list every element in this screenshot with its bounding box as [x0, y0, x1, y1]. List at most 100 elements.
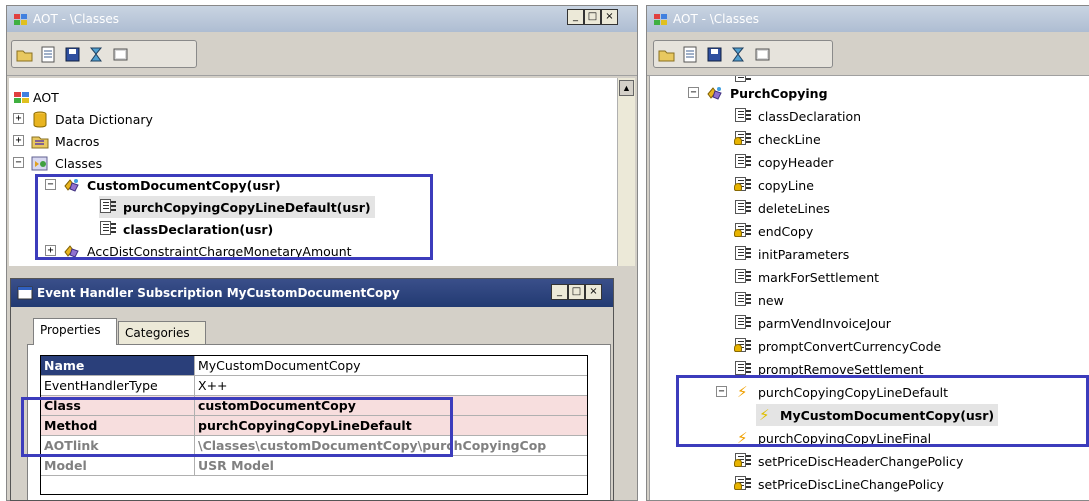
- left-window-title: AOT - \Classes: [33, 12, 119, 26]
- tree-node-end-copy[interactable]: endCopy: [734, 220, 813, 242]
- compile-icon[interactable]: [730, 46, 747, 63]
- minimize-button[interactable]: _: [551, 284, 568, 300]
- tree-node-new[interactable]: new: [734, 289, 784, 311]
- scroll-up-icon[interactable]: ▲: [619, 80, 634, 96]
- key-method-icon: [734, 452, 752, 470]
- aot-icon: [14, 14, 27, 25]
- tree-label: setPriceDiscLineChangePolicy: [758, 476, 944, 492]
- minimize-button[interactable]: _: [567, 9, 584, 25]
- open-folder-icon[interactable]: [16, 46, 33, 63]
- maximize-button[interactable]: □: [568, 284, 585, 300]
- method-icon: [734, 268, 752, 286]
- method-icon: [734, 153, 752, 171]
- key-method-icon: [734, 130, 752, 148]
- database-icon: [33, 111, 47, 128]
- left-tree-scrollbar[interactable]: ▲: [617, 78, 635, 266]
- tree-node-copy-header[interactable]: copyHeader: [734, 151, 833, 173]
- key-method-icon: [734, 475, 752, 493]
- tab-label: Properties: [40, 323, 101, 337]
- import-icon[interactable]: [754, 46, 771, 63]
- right-toolbar: [647, 32, 1089, 76]
- tree-node-aot[interactable]: AOT: [13, 86, 59, 108]
- tree-label: new: [758, 292, 784, 308]
- compile-icon[interactable]: [88, 46, 105, 63]
- property-value: USR Model: [198, 458, 274, 473]
- tree-label: endCopy: [758, 223, 814, 239]
- window-icon: [17, 286, 33, 300]
- key-method-icon: [734, 337, 752, 355]
- tree-label: Macros: [55, 133, 100, 149]
- tree-label: copyLine: [758, 177, 814, 193]
- toolbar-group: [11, 40, 197, 68]
- property-row-event-handler-type[interactable]: EventHandlerType X++: [41, 376, 587, 396]
- tree-node-prompt-convert-currency-code[interactable]: promptConvertCurrencyCode: [734, 335, 941, 357]
- tree-node-set-price-disc-line-change-policy[interactable]: setPriceDiscLineChangePolicy: [734, 473, 944, 495]
- tree-label: initParameters: [758, 246, 850, 262]
- tab-label: Categories: [125, 326, 190, 340]
- method-icon: [734, 107, 752, 125]
- collapse-icon[interactable]: −: [13, 157, 24, 168]
- tab-properties[interactable]: Properties: [33, 318, 117, 345]
- open-folder-icon[interactable]: [658, 46, 675, 63]
- tree-node-data-dictionary[interactable]: Data Dictionary: [31, 108, 153, 130]
- collapse-icon[interactable]: −: [688, 87, 699, 98]
- tree-node-mark-for-settlement[interactable]: markForSettlement: [734, 266, 879, 288]
- right-aot-tree: − PurchCopying classDeclaration checkLine…: [649, 76, 1089, 500]
- classes-icon: [31, 156, 48, 170]
- tree-label: parmVendInvoiceJour: [758, 315, 891, 331]
- event-handler-window: Event Handler Subscription MyCustomDocum…: [10, 278, 614, 501]
- right-title-bar[interactable]: AOT - \Classes: [647, 6, 1089, 32]
- highlight-box-class-method: [21, 397, 453, 457]
- property-name: EventHandlerType: [41, 376, 195, 395]
- event-window-title: Event Handler Subscription MyCustomDocum…: [37, 286, 400, 300]
- tree-node-set-price-disc-header-change-policy[interactable]: setPriceDiscHeaderChangePolicy: [734, 450, 963, 472]
- tab-categories[interactable]: Categories: [118, 321, 206, 345]
- property-value[interactable]: X++: [195, 376, 587, 395]
- class-icon: [707, 86, 722, 100]
- tree-label: deleteLines: [758, 200, 830, 216]
- right-window-title: AOT - \Classes: [673, 12, 759, 26]
- tree-node-macros[interactable]: Macros: [31, 130, 99, 152]
- close-button[interactable]: ×: [585, 284, 602, 300]
- property-row-name[interactable]: Name MyCustomDocumentCopy: [41, 356, 587, 376]
- property-value[interactable]: MyCustomDocumentCopy: [195, 356, 587, 375]
- right-aot-window: AOT - \Classes − PurchCopying classDecla…: [646, 5, 1089, 501]
- method-icon: [734, 291, 752, 309]
- tree-label: setPriceDiscHeaderChangePolicy: [758, 453, 964, 469]
- tree-node-classes[interactable]: Classes: [31, 152, 102, 174]
- method-icon: [734, 314, 752, 332]
- tree-label-aot: AOT: [33, 89, 59, 105]
- save-icon[interactable]: [64, 46, 81, 63]
- tree-label: Classes: [55, 155, 103, 171]
- tree-node-init-parameters[interactable]: initParameters: [734, 243, 849, 265]
- tree-label: classDeclaration: [758, 108, 862, 124]
- key-method-icon: [734, 222, 752, 240]
- import-icon[interactable]: [112, 46, 129, 63]
- highlight-box-event-handler: [676, 375, 1089, 447]
- tree-label: markForSettlement: [758, 269, 880, 285]
- tree-node-parm-vend-invoice-jour[interactable]: parmVendInvoiceJour: [734, 312, 891, 334]
- tree-node-class-declaration[interactable]: classDeclaration: [734, 105, 861, 127]
- tree-node-copy-line[interactable]: copyLine: [734, 174, 814, 196]
- maximize-button[interactable]: □: [584, 9, 601, 25]
- tree-node-check-line[interactable]: checkLine: [734, 128, 821, 150]
- event-title-bar[interactable]: Event Handler Subscription MyCustomDocum…: [11, 279, 613, 307]
- aot-icon: [654, 14, 667, 25]
- macros-icon: [31, 136, 49, 148]
- close-button[interactable]: ×: [601, 9, 618, 25]
- left-title-bar[interactable]: AOT - \Classes _ □ ×: [7, 6, 637, 32]
- toolbar-group: [653, 40, 833, 68]
- save-icon[interactable]: [706, 46, 723, 63]
- expand-icon[interactable]: +: [13, 113, 24, 124]
- left-toolbar: [7, 32, 637, 76]
- property-row-model[interactable]: Model USR Model: [41, 456, 587, 476]
- properties-icon[interactable]: [682, 46, 699, 63]
- tree-label: checkLine: [758, 131, 821, 147]
- tree-label: copyHeader: [758, 154, 834, 170]
- properties-icon[interactable]: [40, 46, 57, 63]
- tree-node-purch-copying[interactable]: PurchCopying: [706, 82, 828, 104]
- tree-label: promptConvertCurrencyCode: [758, 338, 942, 354]
- tree-node-delete-lines[interactable]: deleteLines: [734, 197, 830, 219]
- expand-icon[interactable]: +: [13, 135, 24, 146]
- method-icon: [734, 199, 752, 217]
